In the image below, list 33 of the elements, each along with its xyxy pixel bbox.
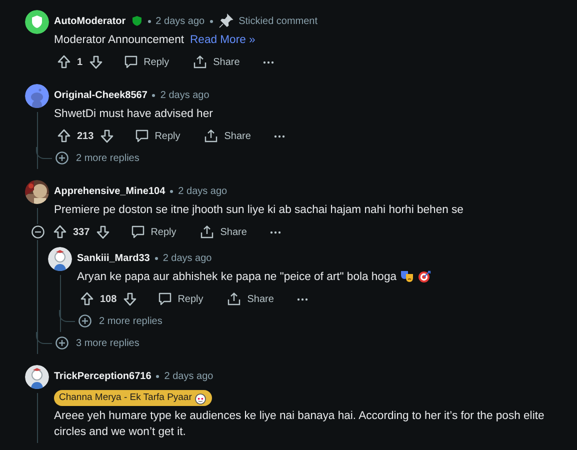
timestamp: 2 days ago — [162, 252, 212, 266]
vote-count: 213 — [77, 130, 94, 144]
timestamp: 2 days ago — [164, 370, 214, 384]
vote-count: 337 — [73, 226, 90, 240]
reply-button[interactable]: Reply — [150, 289, 210, 309]
more-replies-button[interactable]: 2 more replies — [54, 150, 140, 166]
comment-text: Moderator Announcement — [54, 33, 184, 48]
username-link[interactable]: Sankiii_Mard33 — [77, 250, 150, 266]
share-button[interactable]: Share — [197, 126, 257, 146]
share-button[interactable]: Share — [193, 222, 253, 242]
comment-text: Aryan ke papa aur abhishek ke papa ne "peice of art" bola hoga — [77, 270, 397, 285]
more-replies-button[interactable]: 2 more replies — [77, 313, 162, 329]
username-link[interactable]: TrickPerception6716 — [54, 368, 152, 384]
vote-count: 1 — [77, 56, 83, 70]
username-link[interactable]: Apprehensive_Mine104 — [54, 184, 166, 198]
more-replies-button[interactable]: 3 more replies — [54, 335, 140, 351]
reply-button[interactable]: Reply — [116, 52, 176, 72]
username-link[interactable]: Original-Cheek8567 — [54, 88, 148, 102]
share-button[interactable]: Share — [220, 289, 280, 309]
username-link[interactable]: AutoModerator — [54, 14, 126, 28]
vote-count: 108 — [100, 292, 117, 306]
comment-text: Areee yeh humare type ke audiences ke liye nai banaya hai. According to her it’s for the posh elite circles and we won’t get it. — [54, 409, 546, 440]
timestamp: 2 days ago — [178, 184, 228, 198]
reply-button[interactable]: Reply — [128, 126, 186, 146]
timestamp: 2 days ago — [156, 14, 205, 28]
timestamp: 2 days ago — [160, 88, 210, 102]
comment-text: ShwetDi must have advised her — [54, 107, 214, 122]
stickied-label: Stickied comment — [238, 14, 318, 28]
comment-text: Premiere pe doston se itne jhooth sun liye ki ab sachai hajam nahi horhi behen se — [54, 203, 464, 218]
read-more-link[interactable]: Read More » — [190, 32, 256, 48]
user-flair: Channa Merya - Ek Tarfa Pyaar — [54, 390, 212, 406]
share-button[interactable]: Share — [186, 52, 246, 72]
reply-button[interactable]: Reply — [124, 222, 182, 242]
